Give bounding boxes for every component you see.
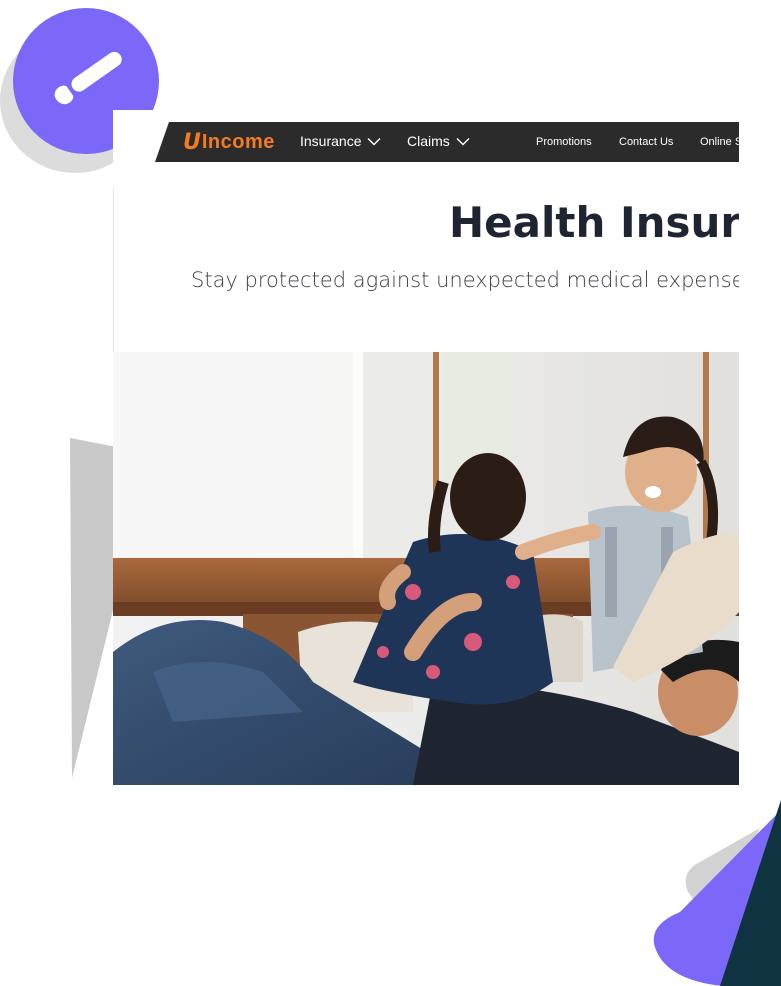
hero-subheading-container: Stay protected against unexpected medica… bbox=[113, 266, 739, 298]
nav-online-services-link[interactable]: Online S bbox=[700, 136, 739, 148]
page-title: Health Insura bbox=[449, 198, 739, 247]
corner-decoration bbox=[653, 800, 781, 986]
nav-claims-label: Claims bbox=[407, 133, 450, 149]
nav-claims-dropdown[interactable]: Claims bbox=[407, 133, 470, 149]
nav-promotions-link[interactable]: Promotions bbox=[536, 136, 592, 148]
logo-mark: U bbox=[183, 129, 201, 155]
nav-contact-us-link[interactable]: Contact Us bbox=[619, 136, 673, 148]
top-navigation: U Income Insurance Claims Promotions Con… bbox=[155, 122, 739, 162]
hero-family-photo bbox=[113, 352, 739, 785]
hero-illustration bbox=[113, 352, 739, 785]
chevron-down-icon bbox=[456, 137, 470, 145]
income-logo[interactable]: U Income bbox=[183, 127, 275, 157]
nav-insurance-label: Insurance bbox=[300, 133, 362, 149]
hero-heading-container: Health Insura bbox=[113, 198, 739, 254]
chevron-down-icon bbox=[367, 137, 381, 145]
nav-insurance-dropdown[interactable]: Insurance bbox=[300, 133, 381, 149]
page-subtitle: Stay protected against unexpected medica… bbox=[191, 268, 739, 292]
logo-text: Income bbox=[201, 130, 275, 153]
